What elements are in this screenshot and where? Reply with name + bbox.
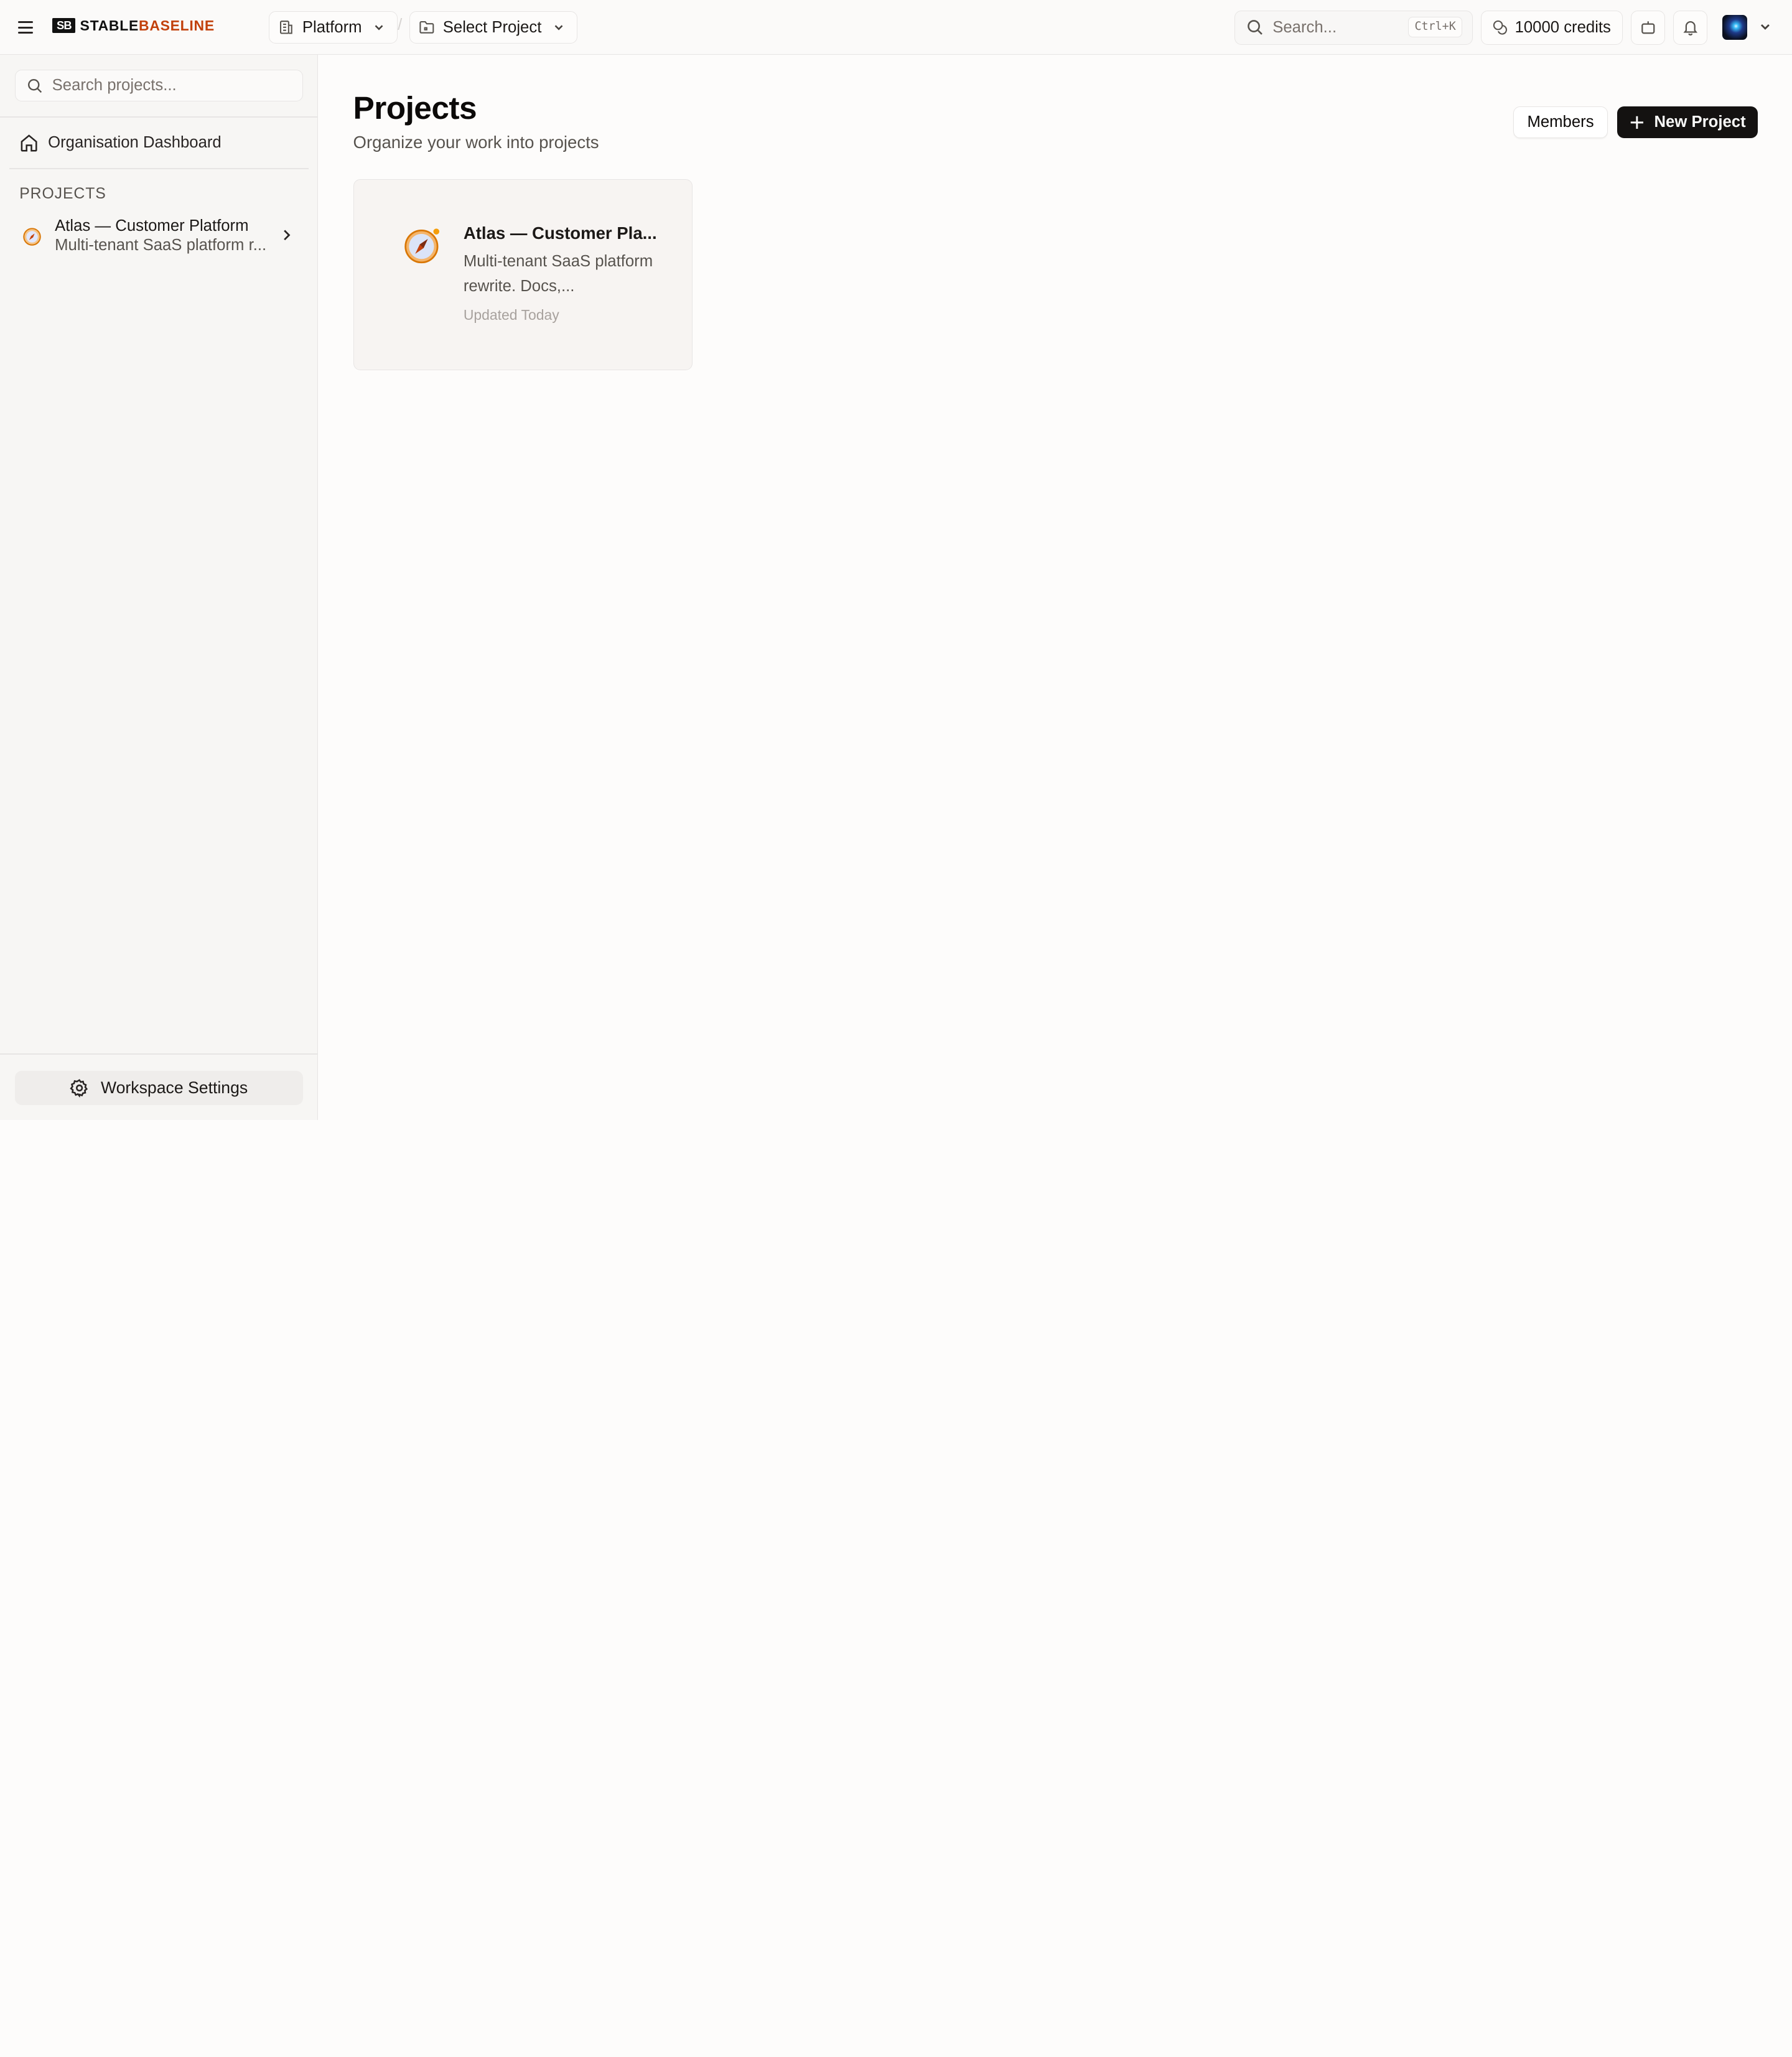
sidebar-item-label: Organisation Dashboard xyxy=(48,134,222,152)
workspace-settings-label: Workspace Settings xyxy=(100,1078,248,1098)
menu-icon[interactable] xyxy=(15,16,38,39)
project-card-description: Multi-tenant SaaS platform rewrite. Docs… xyxy=(463,252,653,295)
search-icon xyxy=(1248,20,1262,35)
divider xyxy=(0,116,318,118)
chevron-right-icon xyxy=(284,230,291,241)
global-search[interactable]: Search... Ctrl+K xyxy=(1234,10,1473,45)
sidebar-project-item[interactable]: Atlas — Customer Platform Multi-tenant S… xyxy=(9,213,309,261)
sidebar-item-organisation-dashboard[interactable]: Organisation Dashboard xyxy=(9,127,307,159)
project-card-title: Atlas — Customer Pla... xyxy=(463,223,657,243)
chevron-down-icon[interactable] xyxy=(1758,19,1773,34)
search-shortcut-badge: Ctrl+K xyxy=(1408,16,1462,37)
top-header: SB STABLE BASELINE Platform / Select Proj… xyxy=(0,0,1792,55)
chevron-down-icon xyxy=(375,25,383,30)
app-root: SB STABLE BASELINE Platform / Select Proj… xyxy=(0,0,1792,1120)
bot-icon xyxy=(1641,21,1655,34)
global-search-placeholder: Search... xyxy=(1272,18,1337,36)
divider xyxy=(0,1053,318,1055)
compass-icon xyxy=(404,228,439,263)
search-icon xyxy=(28,78,42,93)
sidebar: Search projects... Organisation Dashboar… xyxy=(0,55,318,1120)
building-icon xyxy=(280,21,293,34)
project-card-updated: Updated Today xyxy=(463,307,559,324)
logo-text-accent: BASELINE xyxy=(139,17,215,34)
credits-label: 10000 credits xyxy=(1514,18,1611,36)
members-button[interactable]: Members xyxy=(1513,106,1608,139)
sidebar-project-name: Atlas — Customer Platform xyxy=(55,217,249,235)
page-title: Projects xyxy=(353,90,477,126)
logo-text-primary: STABLE xyxy=(80,17,139,34)
projects-section-heading: PROJECTS xyxy=(19,185,106,202)
compass-icon xyxy=(23,227,41,246)
project-search-input[interactable]: Search projects... xyxy=(14,70,303,102)
assistant-button[interactable] xyxy=(1630,10,1666,45)
credits-button[interactable]: 10000 credits xyxy=(1481,10,1623,45)
new-project-button[interactable]: New Project xyxy=(1617,106,1758,139)
project-selector-label: Select Project xyxy=(442,18,542,36)
project-selector[interactable]: Select Project xyxy=(409,11,578,44)
breadcrumb-separator: / xyxy=(398,16,403,34)
sidebar-project-description: Multi-tenant SaaS platform r... xyxy=(55,236,267,254)
folder-icon xyxy=(419,21,434,34)
home-icon xyxy=(21,134,37,152)
user-avatar[interactable] xyxy=(1722,14,1748,40)
new-project-label: New Project xyxy=(1654,113,1746,131)
org-selector[interactable]: Platform xyxy=(268,11,398,44)
divider xyxy=(9,167,309,169)
chevron-down-icon xyxy=(554,25,563,30)
coins-icon xyxy=(1493,21,1507,35)
workspace-settings-button[interactable]: Workspace Settings xyxy=(14,1070,303,1106)
plus-icon xyxy=(1630,116,1644,129)
project-card[interactable]: Atlas — Customer Pla... Multi-tenant Saa… xyxy=(353,179,693,371)
bell-icon xyxy=(1683,21,1697,36)
page-subtitle: Organize your work into projects xyxy=(353,133,599,152)
project-search-placeholder: Search projects... xyxy=(52,77,177,95)
notifications-button[interactable] xyxy=(1673,10,1708,45)
app-logo[interactable]: SB STABLE BASELINE xyxy=(52,17,214,34)
logo-mark: SB xyxy=(52,18,76,33)
org-selector-label: Platform xyxy=(302,18,362,36)
gear-icon xyxy=(70,1079,88,1098)
